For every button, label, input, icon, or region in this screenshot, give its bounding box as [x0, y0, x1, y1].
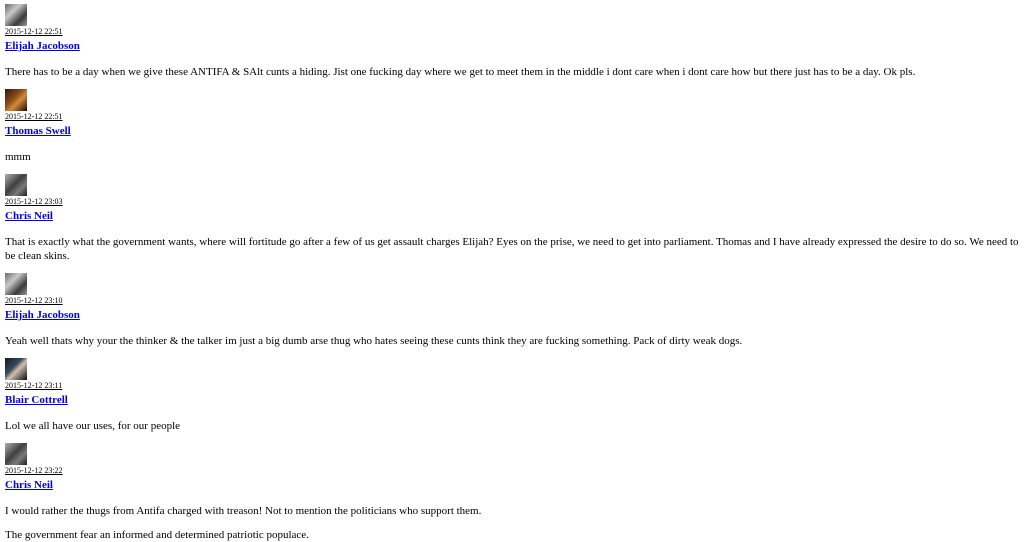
post-message: Lol we all have our uses, for our people: [5, 420, 181, 432]
post-timestamp[interactable]: 2015-12-12 22:51: [5, 27, 1019, 36]
user-avatar-icon[interactable]: [5, 4, 27, 26]
user-avatar-icon[interactable]: [5, 174, 27, 196]
post-timestamp[interactable]: 2015-12-12 23:03: [5, 197, 1019, 206]
post: 2015-12-12 23:10 Elijah Jacobson Yeah we…: [5, 273, 1019, 348]
post: 2015-12-12 23:11 Blair Cottrell Lol we a…: [5, 358, 1019, 433]
user-avatar-icon[interactable]: [5, 89, 27, 111]
post-timestamp[interactable]: 2015-12-12 23:10: [5, 296, 1019, 305]
post-message: There has to be a day when we give these…: [5, 66, 916, 78]
post-timestamp[interactable]: 2015-12-12 22:51: [5, 112, 1019, 121]
post: 2015-12-12 23:03 Chris Neil That is exac…: [5, 174, 1019, 263]
author-link[interactable]: Chris Neil: [5, 479, 53, 492]
post-message: Yeah well thats why your the thinker & t…: [5, 335, 743, 347]
author-link[interactable]: Elijah Jacobson: [5, 309, 80, 322]
post-timestamp[interactable]: 2015-12-12 23:11: [5, 381, 1019, 390]
user-avatar-icon[interactable]: [5, 358, 27, 380]
post-message: mmm: [5, 151, 31, 163]
user-avatar-icon[interactable]: [5, 273, 27, 295]
author-link[interactable]: Thomas Swell: [5, 125, 71, 138]
post: 2015-12-12 22:51 Thomas Swell mmm: [5, 89, 1019, 164]
post-timestamp[interactable]: 2015-12-12 23:22: [5, 466, 1019, 475]
post-message: That is exactly what the government want…: [5, 236, 1019, 262]
author-link[interactable]: Chris Neil: [5, 210, 53, 223]
author-link[interactable]: Elijah Jacobson: [5, 40, 80, 53]
comment-thread: 2015-12-12 22:51 Elijah Jacobson There h…: [0, 0, 1024, 542]
post-message: The government fear an informed and dete…: [5, 529, 309, 541]
author-link[interactable]: Blair Cottrell: [5, 394, 68, 407]
post: 2015-12-12 23:22 Chris Neil I would rath…: [5, 443, 1019, 542]
user-avatar-icon[interactable]: [5, 443, 27, 465]
post: 2015-12-12 22:51 Elijah Jacobson There h…: [5, 4, 1019, 79]
